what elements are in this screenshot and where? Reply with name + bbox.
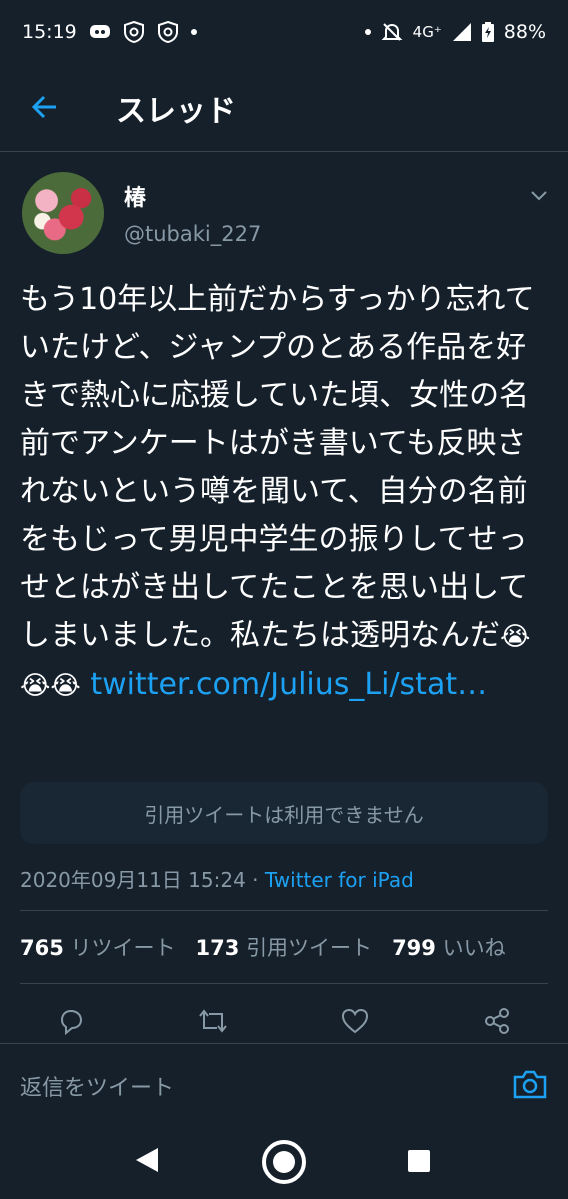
meta-separator: · (245, 868, 265, 892)
camera-icon[interactable] (512, 1068, 548, 1100)
thread-header: スレッド (0, 64, 568, 152)
tweet-source[interactable]: Twitter for iPad (265, 868, 414, 892)
display-name[interactable]: 椿 (124, 180, 146, 212)
page-title: スレッド (116, 94, 236, 129)
share-icon[interactable] (481, 1005, 513, 1037)
retweets-stat[interactable]: 765 リツイート (20, 932, 176, 962)
status-time: 15:19 (22, 21, 77, 43)
battery-level: 88% (503, 21, 546, 43)
nav-back-icon[interactable] (134, 1146, 160, 1178)
battery-icon (481, 22, 494, 42)
nav-recents-icon[interactable] (408, 1150, 430, 1172)
status-bar: 15:19 4G⁺ 88% (0, 0, 568, 64)
android-nav-bar (0, 1120, 568, 1199)
tweet-actions (0, 996, 568, 1046)
network-type: 4G⁺ (412, 23, 442, 41)
mute-bell-icon (381, 21, 403, 43)
back-arrow-icon[interactable] (30, 92, 60, 122)
quotes-stat[interactable]: 173 引用ツイート (196, 932, 373, 962)
tweet-stats: 765 リツイート 173 引用ツイート 799 いいね (20, 932, 506, 962)
shield-icon (157, 21, 179, 43)
like-icon[interactable] (339, 1005, 371, 1037)
chevron-down-icon[interactable] (528, 184, 550, 206)
quote-unavailable-text: 引用ツイートは利用できません (144, 802, 424, 827)
user-handle[interactable]: @tubaki_227 (124, 222, 261, 246)
tweet-link[interactable]: twitter.com/Julius_Li/stat… (90, 667, 487, 702)
divider (20, 983, 548, 984)
retweet-icon[interactable] (197, 1005, 229, 1037)
reply-input[interactable]: 返信をツイート (20, 1070, 174, 1102)
likes-stat[interactable]: 799 いいね (392, 932, 506, 962)
tweet-text: もう10年以上前だからすっかり忘れていたけど、ジャンプのとある作品を好きで熱心に… (20, 276, 552, 710)
avatar[interactable] (22, 172, 104, 254)
signal-icon (452, 22, 472, 42)
tweet-body: もう10年以上前だからすっかり忘れていたけど、ジャンプのとある作品を好きで熱心に… (20, 282, 535, 653)
shield-icon (123, 21, 145, 43)
discord-icon (89, 24, 111, 40)
reply-bar: 返信をツイート (0, 1043, 568, 1123)
notification-dot-icon (190, 29, 197, 35)
divider (20, 910, 548, 911)
quote-unavailable-box: 引用ツイートは利用できません (20, 782, 548, 844)
reply-icon[interactable] (55, 1005, 87, 1037)
tweet-meta: 2020年09月11日 15:24 · Twitter for iPad (20, 864, 414, 893)
notification-dot-icon (364, 29, 371, 35)
nav-home-icon[interactable] (262, 1140, 306, 1184)
tweet-timestamp: 2020年09月11日 15:24 (20, 868, 246, 892)
